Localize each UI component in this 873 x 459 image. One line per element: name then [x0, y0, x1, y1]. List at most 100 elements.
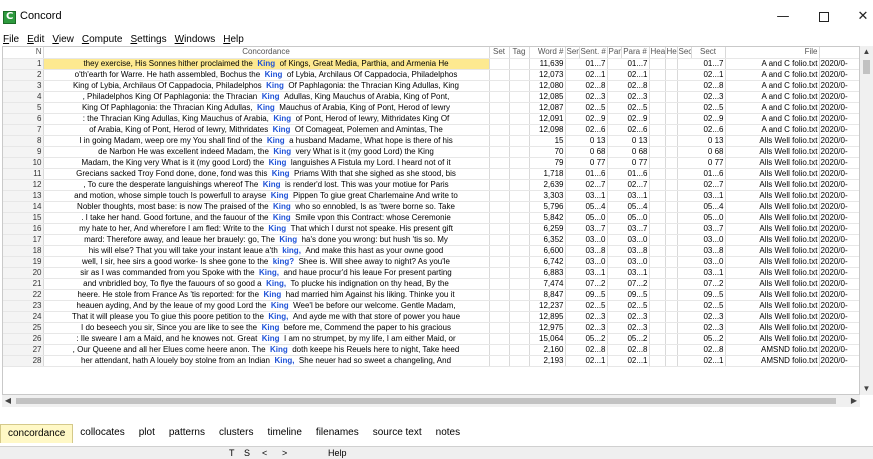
- concordance-line[interactable]: and vnbridled boy, To flye the fauours o…: [43, 278, 490, 290]
- status-t[interactable]: T: [229, 447, 235, 459]
- set-cell[interactable]: [489, 278, 510, 290]
- tab-collocates[interactable]: collocates: [73, 424, 131, 443]
- col-header-concordance[interactable]: Concordance: [43, 47, 490, 59]
- tab-filenames[interactable]: filenames: [309, 424, 366, 443]
- tag-cell[interactable]: [509, 256, 530, 268]
- menu-windows[interactable]: Windows: [171, 34, 220, 45]
- concordance-line[interactable]: : Ile sweare I am a Maid, and he knowes …: [43, 333, 490, 345]
- row-number[interactable]: 25: [3, 322, 44, 334]
- menu-edit[interactable]: Edit: [23, 34, 48, 45]
- row-number[interactable]: 6: [3, 113, 44, 125]
- concordance-row[interactable]: 20 sir as I was commanded from you Spoke …: [3, 267, 859, 279]
- status-prev[interactable]: <: [262, 447, 267, 459]
- col-header-file[interactable]: File: [725, 47, 820, 59]
- set-cell[interactable]: [489, 212, 510, 224]
- close-button[interactable]: ✕: [846, 6, 873, 28]
- tab-patterns[interactable]: patterns: [162, 424, 212, 443]
- concordance-row[interactable]: 8 I in going Madam, weep ore my You shall…: [3, 135, 859, 147]
- concordance-row[interactable]: 6: the Thracian King Adullas, King Mauch…: [3, 113, 859, 125]
- row-number[interactable]: 12: [3, 179, 44, 191]
- tag-cell[interactable]: [509, 267, 530, 279]
- tag-cell[interactable]: [509, 135, 530, 147]
- concordance-row[interactable]: 2 o'th'earth for Warre. He hath assembled…: [3, 69, 859, 81]
- row-number[interactable]: 9: [3, 146, 44, 158]
- concordance-line[interactable]: I do beseech you sir, Since you are like…: [43, 322, 490, 334]
- tag-cell[interactable]: [509, 201, 530, 213]
- col-header-sect-pos[interactable]: Sect: [677, 47, 692, 59]
- col-header-n[interactable]: N: [3, 47, 44, 59]
- col-header-para-pos[interactable]: Para: [607, 47, 622, 59]
- tag-cell[interactable]: [509, 179, 530, 191]
- concordance-line[interactable]: Nobler thoughts, most base: is now The p…: [43, 201, 490, 213]
- tag-cell[interactable]: [509, 124, 530, 136]
- set-cell[interactable]: [489, 91, 510, 103]
- set-cell[interactable]: [489, 322, 510, 334]
- row-number[interactable]: 5: [3, 102, 44, 114]
- set-cell[interactable]: [489, 289, 510, 301]
- set-cell[interactable]: [489, 223, 510, 235]
- tag-cell[interactable]: [509, 355, 530, 367]
- row-number[interactable]: 19: [3, 256, 44, 268]
- concordance-line[interactable]: heere. He stole from France As 'tis repo…: [43, 289, 490, 301]
- row-number[interactable]: 8: [3, 135, 44, 147]
- tag-cell[interactable]: [509, 300, 530, 312]
- row-number[interactable]: 4: [3, 91, 44, 103]
- set-cell[interactable]: [489, 311, 510, 323]
- concordance-line[interactable]: : the Thracian King Adullas, King Mauchu…: [43, 113, 490, 125]
- concordance-row[interactable]: 13 and motion, whose simple touch Is powe…: [3, 190, 859, 202]
- tag-cell[interactable]: [509, 157, 530, 169]
- menu-file[interactable]: File: [0, 34, 23, 45]
- tag-cell[interactable]: [509, 223, 530, 235]
- row-number[interactable]: 28: [3, 355, 44, 367]
- set-cell[interactable]: [489, 344, 510, 356]
- col-header-set[interactable]: Set: [489, 47, 510, 59]
- concordance-row[interactable]: 24 That it will please you To giue this p…: [3, 311, 859, 323]
- row-number[interactable]: 10: [3, 157, 44, 169]
- tag-cell[interactable]: [509, 278, 530, 290]
- concordance-row[interactable]: 1 they exercise, His Sonnes hither procla…: [3, 58, 859, 70]
- set-cell[interactable]: [489, 58, 510, 70]
- concordance-row[interactable]: 9 de Narbon He was excellent indeed Madam…: [3, 146, 859, 158]
- concordance-line[interactable]: , Our Queene and all her Elues come heer…: [43, 344, 490, 356]
- col-header-head-pos[interactable]: Head: [649, 47, 666, 59]
- concordance-row[interactable]: 3 King of Lybia, Archilaus Of Cappadocia,…: [3, 80, 859, 92]
- concordance-row[interactable]: 17 mard: Therefore away, and leaue her br…: [3, 234, 859, 246]
- vertical-scrollbar[interactable]: ▲ ▼: [860, 46, 873, 395]
- col-header-tag[interactable]: Tag: [509, 47, 530, 59]
- concordance-line[interactable]: my hate to her, And wherefore I am fled:…: [43, 223, 490, 235]
- row-number[interactable]: 18: [3, 245, 44, 257]
- tag-cell[interactable]: [509, 212, 530, 224]
- status-next[interactable]: >: [282, 447, 287, 459]
- menu-compute[interactable]: Compute: [78, 34, 127, 45]
- tag-cell[interactable]: [509, 69, 530, 81]
- set-cell[interactable]: [489, 234, 510, 246]
- set-cell[interactable]: [489, 179, 510, 191]
- concordance-line[interactable]: Grecians sacked Troy Fond done, done, fo…: [43, 168, 490, 180]
- concordance-row[interactable]: 18 his will else? That you will take your…: [3, 245, 859, 257]
- tag-cell[interactable]: [509, 245, 530, 257]
- set-cell[interactable]: [489, 245, 510, 257]
- col-header-sent-pos[interactable]: Sent.: [565, 47, 580, 59]
- concordance-line[interactable]: de Narbon He was excellent indeed Madam,…: [43, 146, 490, 158]
- concordance-line[interactable]: and motion, whose simple touch Is powerf…: [43, 190, 490, 202]
- concordance-row[interactable]: 26: Ile sweare I am a Maid, and he knowe…: [3, 333, 859, 345]
- col-header-para-no[interactable]: Para #: [621, 47, 650, 59]
- tag-cell[interactable]: [509, 146, 530, 158]
- set-cell[interactable]: [489, 201, 510, 213]
- concordance-line[interactable]: That it will please you To giue this poo…: [43, 311, 490, 323]
- set-cell[interactable]: [489, 157, 510, 169]
- row-number[interactable]: 2: [3, 69, 44, 81]
- col-header-date[interactable]: [819, 47, 859, 59]
- row-number[interactable]: 27: [3, 344, 44, 356]
- concordance-line[interactable]: . I take her hand. Good fortune, and the…: [43, 212, 490, 224]
- concordance-line[interactable]: mard: Therefore away, and leaue her brau…: [43, 234, 490, 246]
- row-number[interactable]: 13: [3, 190, 44, 202]
- concordance-row[interactable]: 7 of Arabia, King of Pont, Herod of Iewry…: [3, 124, 859, 136]
- tab-notes[interactable]: notes: [429, 424, 467, 443]
- concordance-row[interactable]: 21 and vnbridled boy, To flye the fauours…: [3, 278, 859, 290]
- tag-cell[interactable]: [509, 289, 530, 301]
- scroll-down-icon[interactable]: ▼: [860, 383, 873, 395]
- set-cell[interactable]: [489, 256, 510, 268]
- concordance-row[interactable]: 11 Grecians sacked Troy Fond done, done, …: [3, 168, 859, 180]
- row-number[interactable]: 26: [3, 333, 44, 345]
